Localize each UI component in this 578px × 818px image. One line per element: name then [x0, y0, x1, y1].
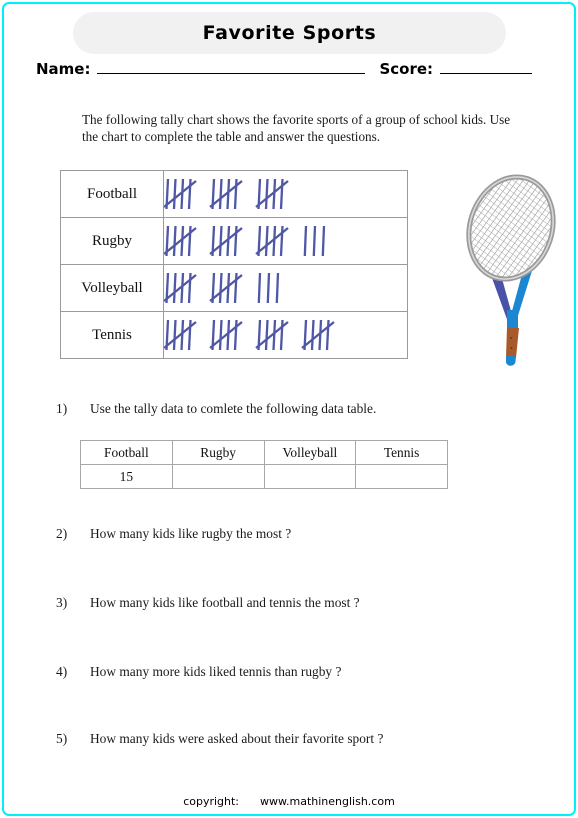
tally-row-marks-rugby — [163, 217, 408, 265]
tally-row: Rugby — [60, 217, 408, 265]
tally-marks-icon — [164, 272, 280, 304]
racket-butt-cap — [506, 355, 516, 366]
data-table-header-row: Football Rugby Volleyball Tennis — [80, 440, 448, 465]
tennis-racket-illustration — [452, 172, 570, 367]
question-3: 3) How many kids like football and tenni… — [56, 595, 526, 611]
data-entry-table: Football Rugby Volleyball Tennis 15 — [80, 440, 448, 489]
name-label: Name: — [36, 60, 91, 78]
copyright-label: copyright: — [183, 795, 240, 808]
question-5: 5) How many kids were asked about their … — [56, 731, 526, 747]
data-table-value-row: 15 — [80, 464, 448, 489]
data-table-value-cell[interactable] — [355, 464, 448, 489]
question-1-text: Use the tally data to comlete the follow… — [90, 401, 377, 416]
tally-row-label-tennis: Tennis — [60, 311, 164, 359]
footer-url[interactable]: www.mathinenglish.com — [260, 795, 395, 808]
question-1: 1) Use the tally data to comlete the fol… — [56, 401, 526, 417]
question-2: 2) How many kids like rugby the most ? — [56, 526, 526, 542]
racket-strings — [468, 176, 554, 280]
question-5-text: How many kids were asked about their fav… — [90, 731, 384, 746]
tally-row-marks-football — [163, 170, 408, 218]
tally-row-marks-tennis — [163, 311, 408, 359]
score-input-line[interactable] — [440, 61, 533, 74]
question-3-text: How many kids like football and tennis t… — [90, 595, 360, 610]
question-2-text: How many kids like rugby the most ? — [90, 526, 292, 541]
question-5-number: 5) — [56, 731, 68, 746]
tally-row: Volleyball — [60, 264, 408, 312]
title-banner: Favorite Sports — [73, 12, 506, 54]
question-1-number: 1) — [56, 401, 68, 416]
page-title: Favorite Sports — [202, 22, 377, 44]
name-score-row: Name: Score: — [36, 60, 542, 84]
tally-marks-icon — [164, 178, 289, 210]
racket-grip — [506, 328, 519, 358]
tally-row: Football — [60, 170, 408, 218]
question-4: 4) How many more kids liked tennis than … — [56, 664, 526, 680]
data-table-header-cell: Tennis — [355, 440, 448, 465]
data-table-header-cell: Rugby — [171, 440, 265, 465]
data-table-header-cell: Football — [80, 440, 173, 465]
tally-marks-icon — [164, 319, 335, 351]
question-2-number: 2) — [56, 526, 68, 541]
tally-row-label-football: Football — [60, 170, 164, 218]
tally-row: Tennis — [60, 311, 408, 359]
name-input-line[interactable] — [97, 61, 366, 74]
data-table-value-cell[interactable] — [263, 464, 357, 489]
question-4-number: 4) — [56, 664, 68, 679]
data-table-value-cell[interactable]: 15 — [80, 464, 173, 489]
data-table-value-cell[interactable] — [171, 464, 265, 489]
footer: copyright: www.mathinenglish.com — [0, 795, 578, 808]
tally-chart-table: Football Rugby Volleyball Tennis — [60, 170, 408, 359]
question-4-text: How many more kids liked tennis than rug… — [90, 664, 342, 679]
tally-row-marks-volleyball — [163, 264, 408, 312]
tally-row-label-volleyball: Volleyball — [60, 264, 164, 312]
score-label: Score: — [379, 60, 434, 78]
tennis-racket-icon — [466, 174, 556, 366]
tally-row-label-rugby: Rugby — [60, 217, 164, 265]
data-table-header-cell: Volleyball — [263, 440, 357, 465]
tally-marks-icon — [164, 225, 326, 257]
question-3-number: 3) — [56, 595, 68, 610]
intro-paragraph: The following tally chart shows the favo… — [82, 112, 511, 144]
